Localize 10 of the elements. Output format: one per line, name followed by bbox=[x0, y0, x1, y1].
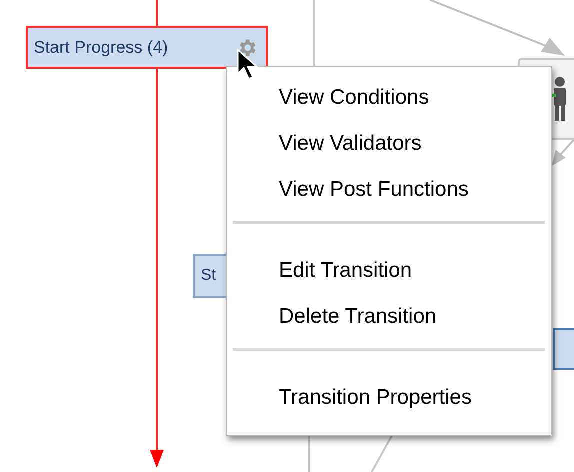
person-icon bbox=[552, 77, 568, 121]
transition-label[interactable]: Start Progress (4) bbox=[26, 26, 268, 69]
menu-item[interactable]: Transition Properties bbox=[233, 375, 545, 421]
connector-line bbox=[308, 436, 310, 472]
menu-item[interactable]: View Validators bbox=[227, 121, 551, 167]
menu-item[interactable]: View Conditions bbox=[227, 75, 551, 121]
connector-line bbox=[313, 0, 315, 66]
connector-line bbox=[371, 436, 393, 472]
transition-name: Start Progress (4) bbox=[34, 36, 168, 59]
menu-item[interactable]: View Post Functions bbox=[227, 167, 551, 213]
